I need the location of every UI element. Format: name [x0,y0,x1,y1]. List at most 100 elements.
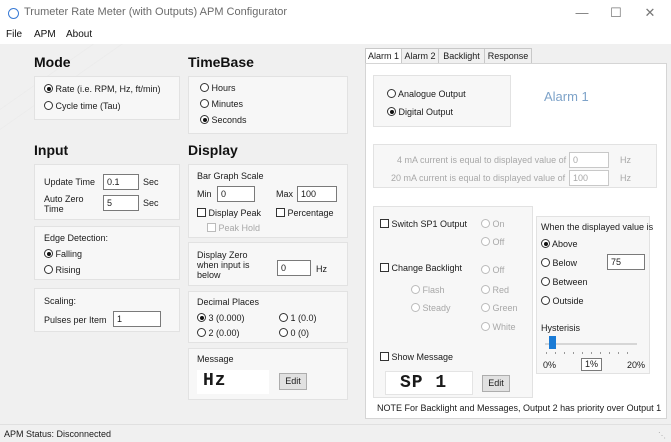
tab-response[interactable]: Response [484,48,532,64]
timebase-title: TimeBase [188,54,254,70]
radio-between[interactable] [541,277,550,286]
condition-option-outside[interactable]: Outside [541,296,584,306]
radio-rate[interactable] [44,84,53,93]
radio-below[interactable] [541,258,550,267]
backlight-color-green[interactable]: Green [481,303,518,313]
condition-title: When the displayed value is [541,222,654,232]
backlight-mode-steady[interactable]: Steady [411,303,451,313]
timebase-option-hours[interactable]: Hours [200,83,236,93]
minimize-button[interactable]: — [564,3,600,23]
alarm-message-edit-button[interactable]: Edit [482,375,510,392]
radio-color-white[interactable] [481,322,490,331]
change-backlight-checkbox[interactable] [380,263,389,272]
menu-file[interactable]: File [6,29,22,40]
radio-above[interactable] [541,239,550,248]
radio-decimal-3[interactable] [197,313,206,322]
radio-analogue[interactable] [387,89,396,98]
title-bar: Trumeter Rate Meter (with Outputs) APM C… [0,0,671,26]
decimal-option-2[interactable]: 2 (0.00) [197,328,240,338]
sp1-option-off[interactable]: Off [481,237,504,247]
percentage-option[interactable]: Percentage [276,208,334,218]
backlight-color-red[interactable]: Red [481,285,509,295]
menu-apm[interactable]: APM [34,29,56,40]
max-input[interactable]: 100 [297,186,337,202]
mode-group: Rate (i.e. RPM, Hz, ft/min) Cycle time (… [34,76,180,120]
radio-decimal-0[interactable] [279,328,288,337]
radio-falling[interactable] [44,249,53,258]
message-edit-button[interactable]: Edit [279,373,307,390]
display-peak-checkbox[interactable] [197,208,206,217]
mode-option-rate[interactable]: Rate (i.e. RPM, Hz, ft/min) [44,84,161,94]
ma20-input[interactable]: 100 [569,170,609,186]
display-peak-option[interactable]: Display Peak [197,208,261,218]
auto-zero-input[interactable]: 5 [103,195,139,211]
backlight-mode-flash[interactable]: Flash [411,285,445,295]
radio-outside[interactable] [541,296,550,305]
condition-option-below[interactable]: Below [541,258,577,268]
radio-digital[interactable] [387,107,396,116]
condition-option-between[interactable]: Between [541,277,588,287]
timebase-option-seconds[interactable]: Seconds [200,115,247,125]
tab-backlight[interactable]: Backlight [438,48,485,64]
sp1-option-on[interactable]: On [481,219,505,229]
radio-minutes[interactable] [200,99,209,108]
radio-seconds[interactable] [200,115,209,124]
output-option-digital[interactable]: Digital Output [387,107,453,117]
bargraph-group: Bar Graph Scale Min 0 Max 100 Display Pe… [188,164,348,238]
pulses-per-item-label: Pulses per Item [44,315,107,325]
output-option-analogue[interactable]: Analogue Output [387,89,466,99]
alarm-tab-panel: Analogue Output Digital Output Alarm 1 4… [365,63,667,419]
hysteresis-label: Hysterisis [541,323,581,333]
percentage-checkbox[interactable] [276,208,285,217]
backlight-color-white[interactable]: White [481,322,516,332]
radio-steady[interactable] [411,303,420,312]
edge-option-falling[interactable]: Falling [44,249,82,259]
radio-color-green[interactable] [481,303,490,312]
switch-sp1-checkbox[interactable] [380,219,389,228]
radio-flash[interactable] [411,285,420,294]
pulses-per-item-input[interactable]: 1 [113,311,161,327]
update-time-input[interactable]: 0.1 [103,174,139,190]
menu-about[interactable]: About [66,29,92,40]
radio-decimal-1[interactable] [279,313,288,322]
radio-sp1-on[interactable] [481,219,490,228]
ma20-unit: Hz [620,173,631,183]
radio-color-off[interactable] [481,265,490,274]
decimal-places-group: Decimal Places 3 (0.000) 1 (0.0) 2 (0.00… [188,291,348,343]
scaling-title: Scaling: [44,296,77,306]
radio-hours[interactable] [200,83,209,92]
close-button[interactable]: ✕ [632,3,668,23]
peak-hold-checkbox[interactable] [207,223,216,232]
hysteresis-slider-thumb[interactable] [549,336,557,349]
timebase-option-minutes[interactable]: Minutes [200,99,243,109]
radio-decimal-2[interactable] [197,328,206,337]
display-zero-input[interactable]: 0 [277,260,311,276]
decimal-option-0[interactable]: 0 (0) [279,328,309,338]
min-input[interactable]: 0 [217,186,255,202]
hysteresis-max-label: 20% [627,360,646,370]
radio-color-red[interactable] [481,285,490,294]
maximize-icon: ☐ [610,5,622,20]
input-title: Input [34,142,69,158]
tab-alarm-2[interactable]: Alarm 2 [401,48,439,64]
radio-rising[interactable] [44,265,53,274]
backlight-color-off[interactable]: Off [481,265,504,275]
decimal-option-1[interactable]: 1 (0.0) [279,313,317,323]
change-backlight-option[interactable]: Change Backlight [380,263,462,273]
resize-grip-icon[interactable]: ⋱ [658,431,666,440]
mode-option-cycle-time[interactable]: Cycle time (Tau) [44,101,121,111]
auto-zero-unit: Sec [143,198,159,208]
switch-sp1-option[interactable]: Switch SP1 Output [380,219,467,229]
setpoint-input[interactable]: 75 [607,254,645,270]
edge-option-rising[interactable]: Rising [44,265,81,275]
radio-sp1-off[interactable] [481,237,490,246]
radio-cycle-time[interactable] [44,101,53,110]
maximize-button[interactable]: ☐ [598,3,634,23]
decimal-option-3[interactable]: 3 (0.000) [197,313,245,323]
hysteresis-slider-track[interactable] [545,343,637,345]
peak-hold-option[interactable]: Peak Hold [207,223,260,233]
show-message-option[interactable]: Show Message [380,352,453,362]
show-message-checkbox[interactable] [380,352,389,361]
condition-option-above[interactable]: Above [541,239,578,249]
ma4-input[interactable]: 0 [569,152,609,168]
